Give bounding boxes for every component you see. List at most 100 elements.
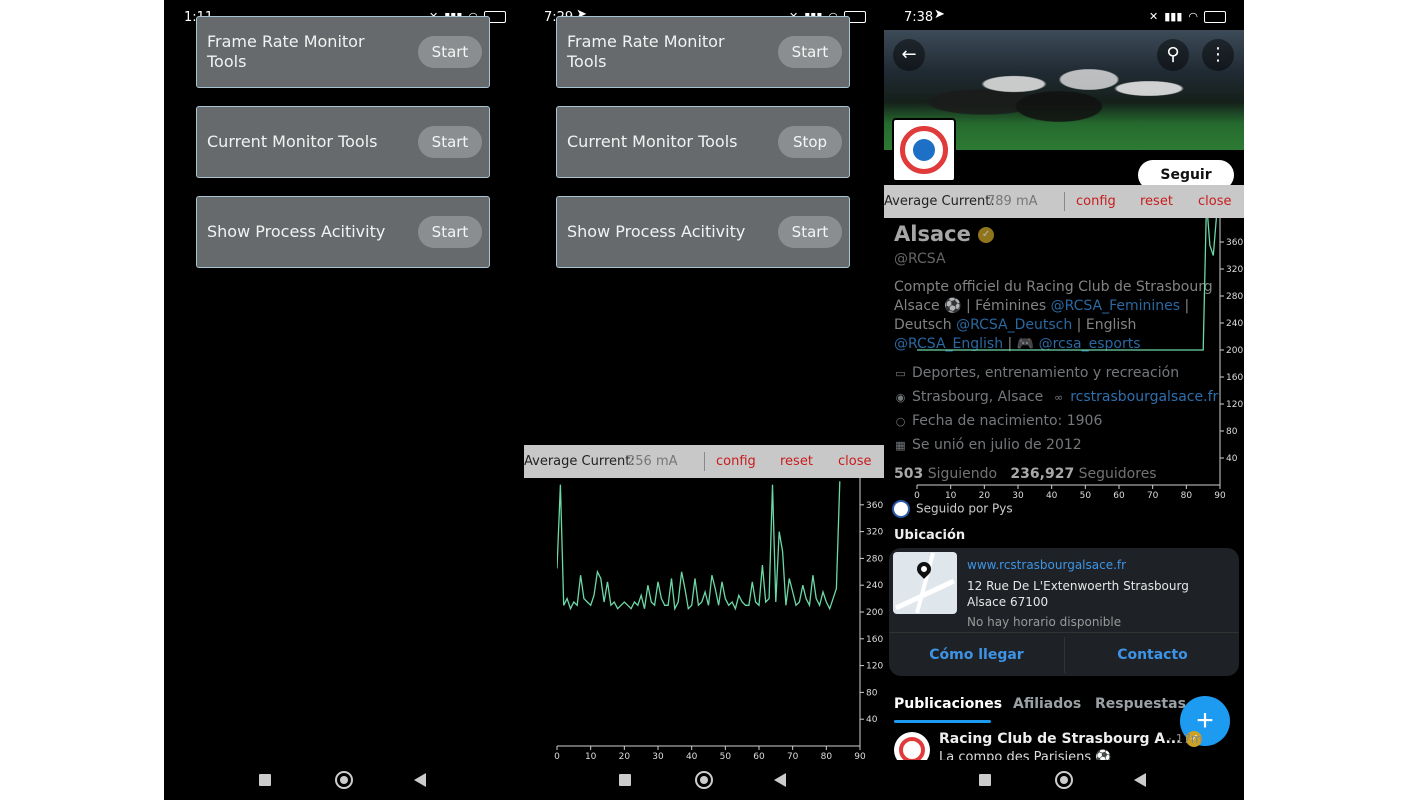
phone-screen-3: 7:38 ➤ ✕ ▮▮▮ ◠ ← ⚲ ⋮ Seguir Average Curr… <box>884 0 1244 800</box>
status-bar: 7:38 ➤ ✕ ▮▮▮ ◠ <box>884 6 1244 28</box>
y-tick-label: 40 <box>866 715 878 725</box>
y-tick-label: 320 <box>866 528 883 538</box>
y-tick-label: 360 <box>866 501 883 511</box>
map-thumbnail[interactable] <box>893 552 957 614</box>
tool-label: Current Monitor Tools <box>207 132 378 151</box>
y-tick-label: 80 <box>866 688 878 698</box>
y-tick-label: 200 <box>866 608 883 618</box>
tool-label: Frame Rate Monitor Tools <box>207 32 365 71</box>
current-chart: 0 10 20 30 40 50 60 70 80 90 40 80 120 160 200 240 280 32… <box>554 478 883 760</box>
tool-label: Frame Rate Monitor Tools <box>567 32 725 71</box>
x-tick-label: 60 <box>1113 491 1125 501</box>
y-tick-label: 200 <box>1226 346 1243 356</box>
tool-card-frame-rate: Frame Rate Monitor Tools Start <box>196 16 490 88</box>
back-triangle-icon[interactable] <box>1134 773 1146 787</box>
frame-rate-start-button[interactable]: Start <box>418 36 482 68</box>
y-tick-label: 320 <box>1226 265 1243 275</box>
location-url[interactable]: www.rcstrasbourgalsace.fr <box>967 558 1126 572</box>
y-tick-label: 280 <box>866 554 883 564</box>
battery-icon <box>1204 10 1226 23</box>
location-heading: Ubicación <box>894 528 966 543</box>
tool-card-frame-rate: Frame Rate Monitor Tools Start <box>556 16 850 88</box>
post-author-text: Racing Club de Strasbourg A... <box>939 731 1182 747</box>
post-author: Racing Club de Strasbourg A... ✓ <box>939 731 1203 747</box>
x-tick-label: 30 <box>652 752 664 760</box>
x-tick-label: 90 <box>854 752 866 760</box>
average-current-value: 789 mA <box>987 194 1038 209</box>
recents-icon[interactable] <box>979 774 991 786</box>
current-chart-overlay: 0 10 20 30 40 50 60 70 80 90408012016020024028032… <box>914 215 1243 501</box>
tool-label: Current Monitor Tools <box>567 132 738 151</box>
close-link[interactable]: close <box>838 454 871 469</box>
phone-screen-1: 1:11 ✕ ▮▮▮ ◠ Frame Rate Monitor Tools St… <box>164 0 524 800</box>
profile-avatar[interactable] <box>892 118 956 182</box>
home-icon[interactable] <box>335 771 353 789</box>
reset-link[interactable]: reset <box>780 454 813 469</box>
process-activity-start-button[interactable]: Start <box>418 216 482 248</box>
tool-card-current-monitor: Current Monitor Tools Stop <box>556 106 850 178</box>
x-tick-label: 90 <box>1214 491 1226 501</box>
tool-label: Show Process Acitivity <box>207 222 386 241</box>
alarm-off-icon: ✕ <box>1149 10 1159 23</box>
tab-publicaciones[interactable]: Publicaciones <box>894 696 1002 712</box>
y-tick-label: 120 <box>1226 400 1243 410</box>
x-tick-label: 0 <box>554 752 560 760</box>
club-logo <box>900 126 948 174</box>
config-link[interactable]: config <box>1076 194 1116 209</box>
location-card: www.rcstrasbourgalsace.fr 12 Rue De L'Ex… <box>889 548 1239 676</box>
followed-by[interactable]: Seguido por Pys <box>892 500 1013 518</box>
y-tick-label: 80 <box>1226 427 1238 437</box>
x-tick-label: 60 <box>753 752 765 760</box>
series-line <box>557 481 841 611</box>
followed-by-text: Seguido por Pys <box>916 501 1013 516</box>
x-tick-label: 30 <box>1012 491 1024 501</box>
location-hours: No hay horario disponible <box>967 615 1122 629</box>
current-monitor-start-button[interactable]: Start <box>418 126 482 158</box>
arrow-left-icon[interactable]: ← <box>893 39 925 71</box>
location-address: 12 Rue De L'Extenwoerth Strasbourg Alsac… <box>967 579 1189 609</box>
status-icons: ✕ ▮▮▮ ◠ <box>1149 10 1226 23</box>
tab-respuestas[interactable]: Respuestas <box>1095 696 1186 712</box>
contact-button[interactable]: Contacto <box>1065 633 1240 677</box>
tool-card-process-activity: Show Process Acitivity Start <box>556 196 850 268</box>
active-tab-indicator <box>894 720 991 723</box>
average-current-label: Average Current: <box>524 454 635 469</box>
search-icon[interactable]: ⚲ <box>1157 39 1189 71</box>
directions-button[interactable]: Cómo llegar <box>889 633 1064 677</box>
phone-screen-2: 7:29 ➤ ✕ ▮▮▮ ◠ Frame Rate Monitor Tools … <box>524 0 884 800</box>
tool-card-current-monitor: Current Monitor Tools Start <box>196 106 490 178</box>
recents-icon[interactable] <box>619 774 631 786</box>
y-tick-label: 240 <box>866 581 883 591</box>
recents-icon[interactable] <box>259 774 271 786</box>
tab-afiliados[interactable]: Afiliados <box>1013 696 1081 712</box>
nav-bar <box>884 760 1244 800</box>
post-preview[interactable]: Racing Club de Strasbourg A... ✓ · 17m L… <box>892 728 1244 768</box>
process-activity-start-button[interactable]: Start <box>778 216 842 248</box>
back-triangle-icon[interactable] <box>774 773 786 787</box>
x-tick-label: 20 <box>619 752 631 760</box>
more-vertical-icon[interactable]: ⋮ <box>1202 39 1234 71</box>
x-tick-label: 40 <box>1046 491 1058 501</box>
frame-rate-start-button[interactable]: Start <box>778 36 842 68</box>
nav-bar <box>164 760 524 800</box>
home-icon[interactable] <box>1055 771 1073 789</box>
location-actions: Cómo llegar Contacto <box>889 632 1239 677</box>
y-tick-label: 160 <box>866 635 883 645</box>
telegram-icon: ➤ <box>934 7 945 22</box>
y-tick-label: 360 <box>1226 238 1243 248</box>
reset-link[interactable]: reset <box>1140 194 1173 209</box>
home-icon[interactable] <box>695 771 713 789</box>
average-current-value: 256 mA <box>627 454 678 469</box>
x-tick-label: 50 <box>1080 491 1092 501</box>
current-monitor-bar: Average Current: 256 mA config reset clo… <box>524 445 884 478</box>
wifi-icon: ◠ <box>1188 10 1198 23</box>
x-tick-label: 50 <box>720 752 732 760</box>
y-tick-label: 120 <box>866 662 883 672</box>
config-link[interactable]: config <box>716 454 756 469</box>
current-monitor-stop-button[interactable]: Stop <box>778 126 842 158</box>
x-tick-label: 70 <box>1147 491 1159 501</box>
close-link[interactable]: close <box>1198 194 1231 209</box>
average-current-label: Average Current: <box>884 194 995 209</box>
back-triangle-icon[interactable] <box>414 773 426 787</box>
follower-avatar <box>892 500 910 518</box>
